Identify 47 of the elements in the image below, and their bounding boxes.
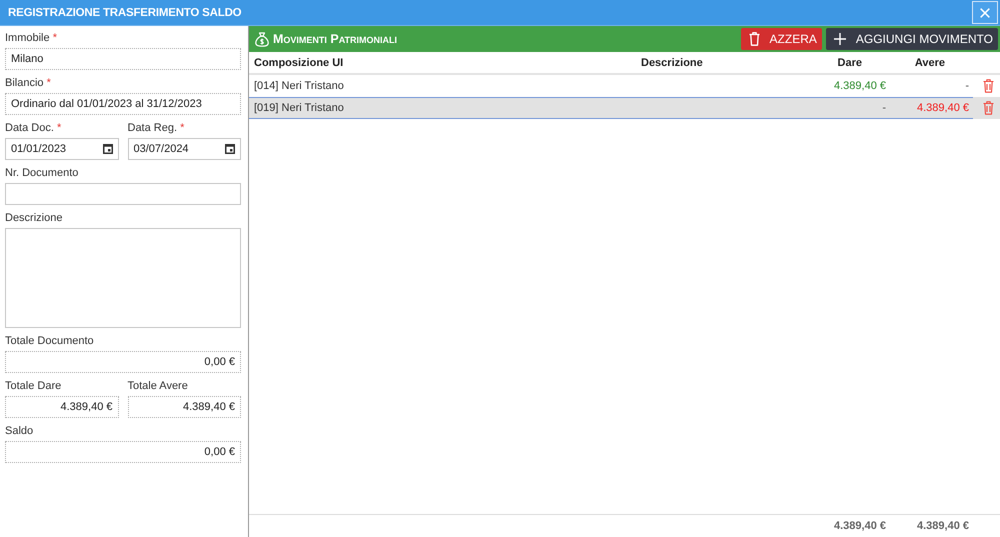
date-field[interactable]: 01/01/2023 [5, 138, 118, 160]
amount-field: 4.389,40 € [128, 396, 241, 418]
table-cell: [014] Neri Tristano [254, 80, 344, 92]
text-area[interactable] [5, 228, 241, 328]
money-bag-icon [255, 32, 269, 46]
table-row[interactable]: [019] Neri Tristano - 4.389,40 € [249, 97, 1000, 119]
field-label: Totale Dare [5, 380, 62, 393]
plus-icon [834, 33, 846, 45]
amount-cell: - [965, 80, 969, 92]
column-header: Dare [836, 56, 863, 70]
input-field: Ordinario dal 01/01/2023 al 31/12/2023 [5, 93, 241, 115]
date-field[interactable]: 03/07/2024 [128, 138, 241, 160]
field-label: Data Reg. * [128, 122, 186, 135]
field-label: Totale Documento [5, 335, 95, 348]
trash-icon [748, 32, 760, 46]
column-header: Avere [914, 56, 946, 70]
field-label: Totale Avere [128, 380, 189, 393]
field-label: Nr. Documento [5, 167, 80, 180]
field-label: Descrizione [5, 212, 64, 225]
table-row[interactable]: [014] Neri Tristano 4.389,40 € - [249, 75, 1000, 97]
amount-field: 0,00 € [5, 351, 241, 373]
column-header: Composizione UI [253, 56, 344, 70]
column-header: Descrizione [640, 56, 704, 70]
trash-icon[interactable] [983, 79, 994, 93]
field-label: Immobile * [5, 32, 58, 45]
close-icon [980, 8, 990, 18]
field-label: Bilancio * [5, 77, 52, 90]
total-cell: 4.389,40 € [917, 520, 969, 532]
total-cell: 4.389,40 € [834, 520, 886, 532]
field-label: Data Doc. * [5, 122, 62, 135]
calendar-icon[interactable] [102, 144, 112, 154]
close-button[interactable] [972, 1, 998, 24]
window-title: REGISTRAZIONE TRASFERIMENTO SALDO [8, 6, 242, 18]
amount-field: 4.389,40 € [5, 396, 118, 418]
amount-cell: - [882, 102, 886, 114]
table-cell: [019] Neri Tristano [254, 102, 344, 114]
panel-title: Movimenti Patrimoniali [273, 32, 398, 46]
calendar-icon[interactable] [225, 144, 235, 154]
amount-cell: 4.389,40 € [834, 80, 886, 92]
field-label: Saldo [5, 425, 34, 438]
amount-cell: 4.389,40 € [917, 102, 969, 114]
trash-icon[interactable] [983, 101, 994, 115]
input-field: Milano [5, 48, 241, 70]
amount-field: 0,00 € [5, 441, 241, 463]
input-field[interactable] [5, 183, 241, 205]
add-button[interactable]: AGGIUNGI MOVIMENTO [826, 28, 998, 50]
reset-button[interactable]: AZZERA [740, 28, 822, 50]
